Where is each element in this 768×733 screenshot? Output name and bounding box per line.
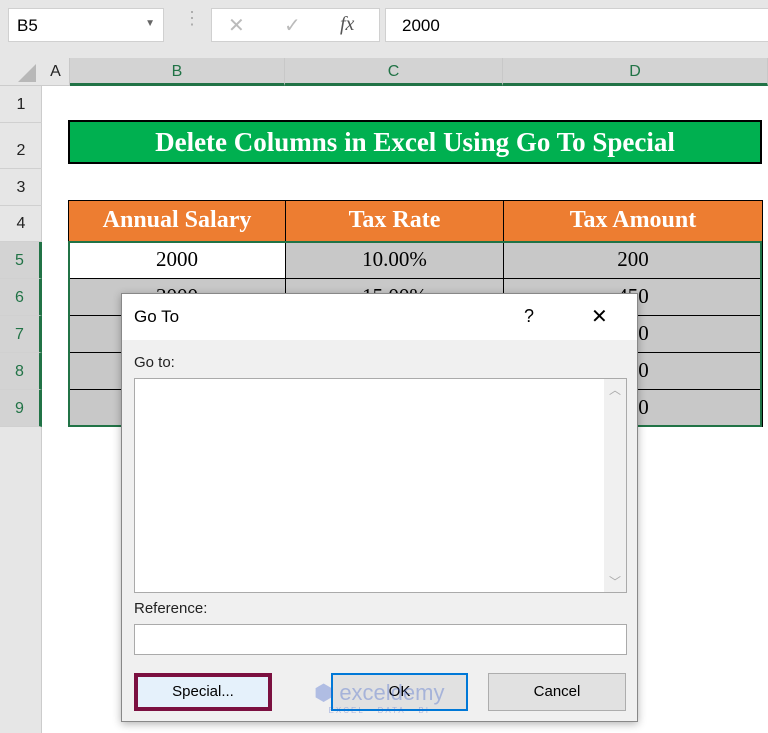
reference-input[interactable]	[134, 624, 627, 655]
goto-label: Go to:	[134, 354, 175, 371]
row-header-4[interactable]: 4	[0, 206, 42, 242]
row-header-7[interactable]: 7	[0, 316, 42, 353]
header-cell[interactable]: Tax Amount	[503, 200, 763, 242]
goto-list[interactable]: ︿ ﹀	[134, 378, 627, 593]
select-all-button[interactable]	[18, 64, 36, 82]
column-headers: A B C D	[0, 58, 768, 86]
row-header-2[interactable]: 2	[0, 123, 42, 169]
row-header-6[interactable]: 6	[0, 279, 42, 316]
row-headers: 123456789	[0, 86, 42, 733]
sheet-title: Delete Columns in Excel Using Go To Spec…	[68, 120, 762, 164]
row-header-9[interactable]: 9	[0, 390, 42, 427]
scroll-up-icon[interactable]: ︿	[609, 381, 621, 398]
drag-handle-icon[interactable]: ⋮	[183, 9, 201, 27]
column-header-d[interactable]: D	[503, 58, 768, 86]
formula-buttons: ✕ ✓ fx	[211, 8, 380, 42]
row-header-3[interactable]: 3	[0, 169, 42, 206]
go-to-dialog: Go To ? ✕ Go to: ︿ ﹀ Reference: Special.…	[121, 293, 638, 722]
row-header-1[interactable]: 1	[0, 86, 42, 123]
cancel-button[interactable]: Cancel	[488, 673, 626, 711]
cancel-icon[interactable]: ✕	[228, 13, 245, 38]
column-header-a[interactable]: A	[42, 58, 70, 86]
ok-button[interactable]: OK	[331, 673, 468, 711]
column-header-b[interactable]: B	[70, 58, 285, 86]
column-header-c[interactable]: C	[285, 58, 503, 86]
row-header-8[interactable]: 8	[0, 353, 42, 390]
header-cell[interactable]: Annual Salary	[68, 200, 286, 242]
help-button[interactable]: ?	[524, 306, 534, 327]
fx-icon[interactable]: fx	[340, 13, 354, 36]
close-icon[interactable]: ✕	[591, 304, 608, 329]
header-cell[interactable]: Tax Rate	[285, 200, 504, 242]
dialog-title: Go To	[134, 307, 180, 326]
special-button[interactable]: Special...	[134, 673, 272, 711]
scrollbar[interactable]: ︿ ﹀	[604, 379, 626, 592]
dialog-title-bar: Go To ? ✕	[122, 294, 637, 340]
row-header-5[interactable]: 5	[0, 242, 42, 279]
name-box[interactable]: B5 ▼	[8, 8, 164, 42]
formula-input[interactable]: 2000	[385, 8, 768, 42]
enter-icon[interactable]: ✓	[284, 13, 301, 38]
chevron-down-icon[interactable]: ▼	[145, 18, 155, 29]
scroll-down-icon[interactable]: ﹀	[609, 573, 621, 590]
reference-label: Reference:	[134, 600, 208, 617]
